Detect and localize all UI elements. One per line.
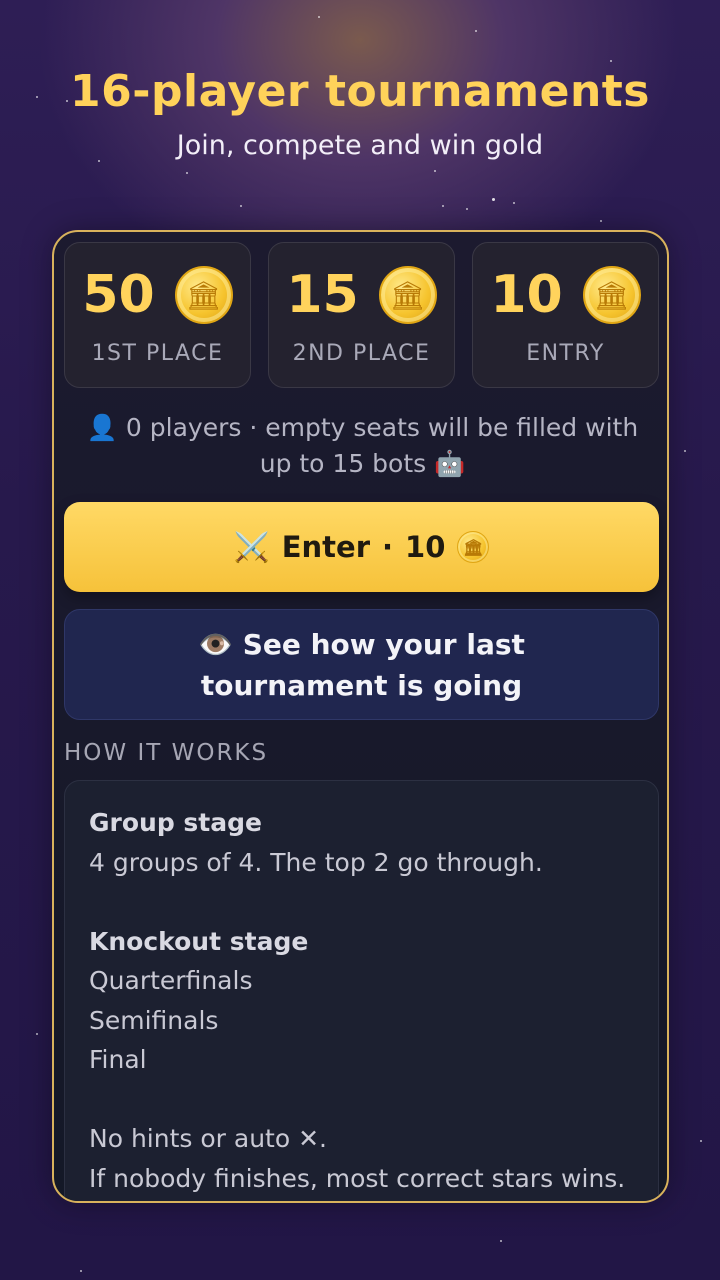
how-it-works-title: HOW IT WORKS [64, 740, 269, 766]
knockout-round: Semifinals [89, 1005, 219, 1035]
rule-text: No hints or auto ✕. [89, 1124, 327, 1153]
gold-coin-icon: 🏛 [457, 531, 490, 563]
last-tournament-button[interactable]: 👁️ See how your last tournament is going [64, 609, 659, 720]
crossed-swords-icon: ⚔️ [233, 529, 270, 564]
prize-label: 2ND PLACE [292, 341, 431, 366]
prize-row: 50 🏛 1ST PLACE 15 🏛 2ND PLACE 10 🏛 ENTRY [64, 242, 659, 388]
gold-coin-icon: 🏛 [582, 266, 641, 324]
prize-card-first: 50 🏛 1ST PLACE [64, 242, 251, 388]
person-icon: 👤 [86, 413, 118, 442]
enter-cost: 10 [405, 530, 446, 564]
tournament-panel: 50 🏛 1ST PLACE 15 🏛 2ND PLACE 10 🏛 ENTRY… [52, 230, 669, 1203]
prize-amount: 50 [82, 265, 155, 325]
players-info: 👤 0 players · empty seats will be filled… [74, 410, 651, 482]
separator-dot: · [382, 530, 394, 564]
prize-amount: 10 [490, 265, 563, 325]
group-stage-heading: Group stage [89, 808, 262, 837]
last-tournament-label: See how your last tournament is going [200, 627, 525, 702]
robot-icon: 🤖 [434, 449, 466, 478]
enter-button[interactable]: ⚔️ Enter · 10 🏛 [64, 502, 659, 592]
rule-text: If nobody finishes, most correct stars w… [89, 1163, 626, 1193]
players-text: 0 players · empty seats will be filled w… [125, 413, 639, 478]
knockout-round: Final [89, 1045, 147, 1074]
gold-coin-icon: 🏛 [174, 266, 233, 324]
how-it-works-box: Group stage 4 groups of 4. The top 2 go … [64, 780, 659, 1201]
eye-icon: 👁️ [198, 627, 233, 661]
prize-amount: 15 [286, 265, 359, 325]
gold-coin-icon: 🏛 [378, 266, 437, 324]
prize-card-second: 15 🏛 2ND PLACE [268, 242, 455, 388]
group-stage-text: 4 groups of 4. The top 2 go through. [89, 847, 543, 877]
prize-label: 1ST PLACE [91, 341, 224, 366]
prize-label: ENTRY [526, 341, 605, 366]
enter-label: Enter [281, 530, 370, 564]
page-title: 16-player tournaments [70, 66, 650, 117]
prize-card-entry: 10 🏛 ENTRY [472, 242, 659, 388]
knockout-round: Quarterfinals [89, 966, 253, 995]
page-subtitle: Join, compete and win gold [176, 130, 544, 161]
knockout-stage-heading: Knockout stage [89, 926, 309, 956]
